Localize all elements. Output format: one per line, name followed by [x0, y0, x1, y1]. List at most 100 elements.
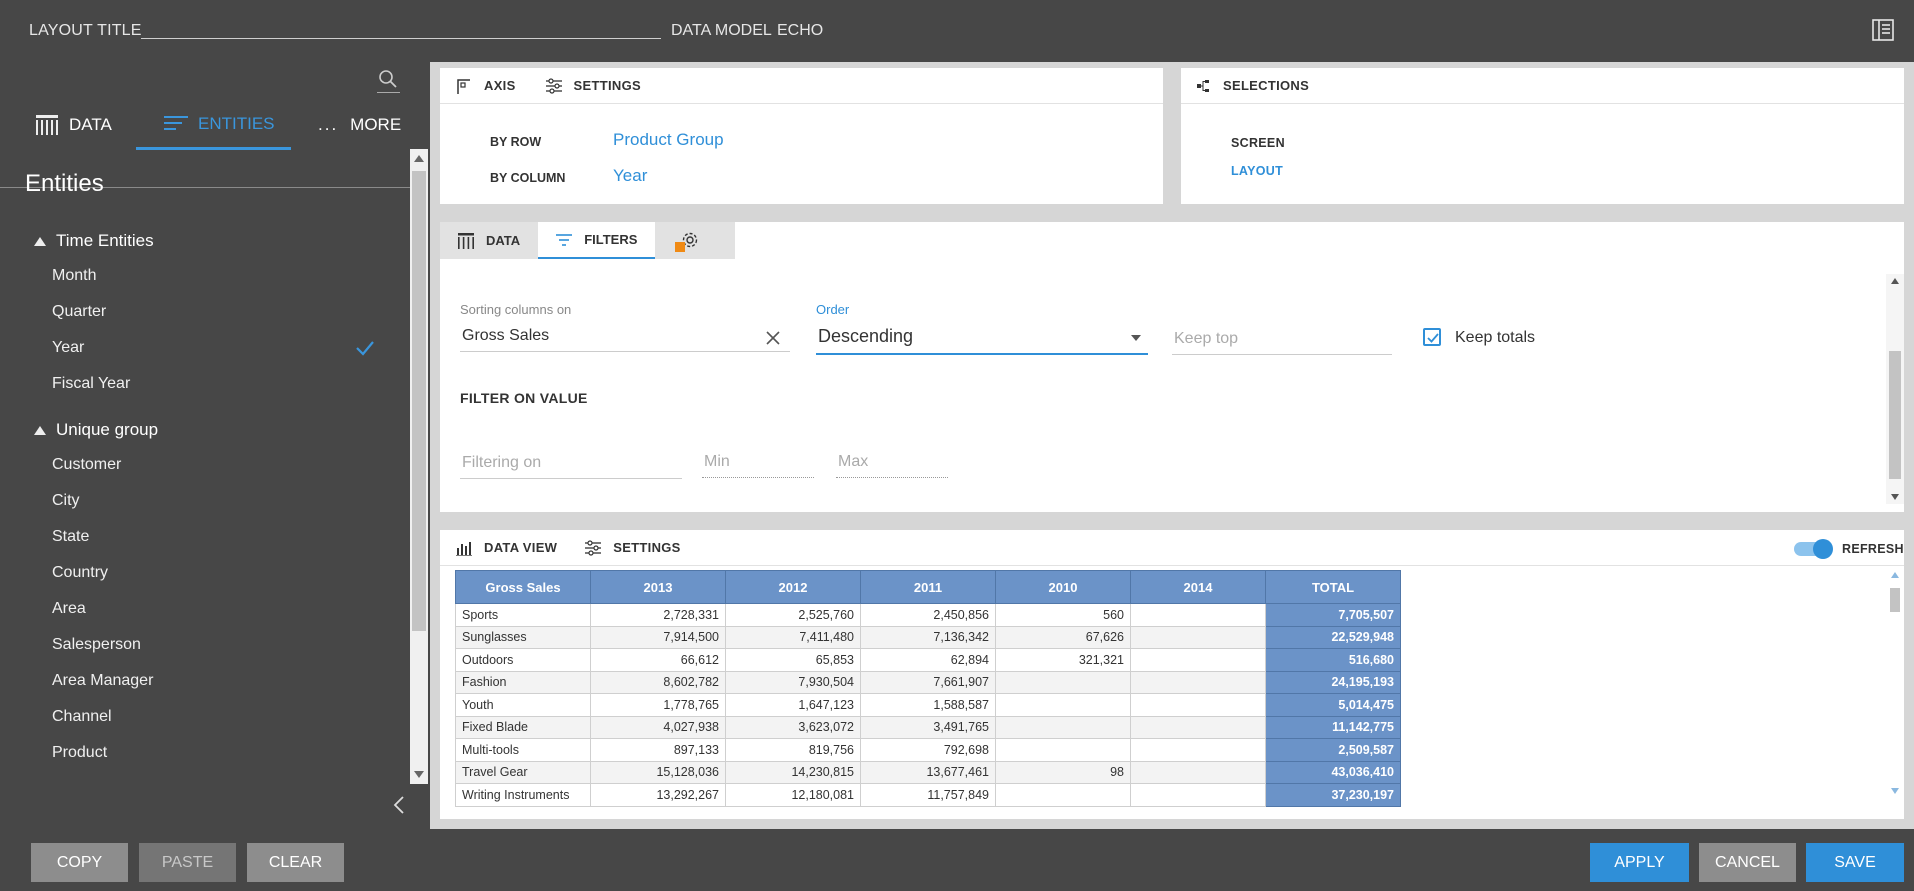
- entity-item[interactable]: Fiscal Year: [52, 375, 130, 393]
- grid-column-header[interactable]: 2011: [860, 570, 996, 604]
- min-placeholder: Min: [704, 453, 730, 470]
- row-label-cell: Fixed Blade: [455, 715, 591, 739]
- tab-axis-settings[interactable]: SETTINGS: [545, 77, 641, 94]
- entity-item[interactable]: Month: [52, 267, 96, 285]
- value-cell: [995, 783, 1131, 807]
- tab-axis[interactable]: AXIS: [456, 78, 516, 94]
- value-cell: [1130, 670, 1266, 694]
- tab-axis-label: AXIS: [484, 78, 516, 93]
- grid-column-header[interactable]: 2013: [590, 570, 726, 604]
- tab-data-view-label: DATA VIEW: [484, 540, 558, 555]
- scroll-up-icon[interactable]: [1891, 572, 1899, 578]
- filtering-on-input[interactable]: Filtering on: [460, 454, 682, 479]
- max-input[interactable]: Max: [836, 453, 948, 478]
- selection-layout[interactable]: LAYOUT: [1231, 164, 1283, 178]
- tab-more[interactable]: ... MORE: [318, 100, 401, 150]
- tab-data[interactable]: DATA: [35, 100, 112, 150]
- tab-data-view[interactable]: DATA VIEW: [456, 540, 557, 556]
- scroll-thumb[interactable]: [1889, 351, 1901, 479]
- scroll-down-icon[interactable]: [1891, 788, 1899, 794]
- value-cell: 1,647,123: [725, 693, 861, 717]
- grid-column-header[interactable]: Gross Sales: [455, 570, 591, 604]
- left-scrollbar[interactable]: [410, 149, 428, 784]
- filters-scrollbar[interactable]: [1886, 274, 1904, 504]
- value-cell: 13,292,267: [590, 783, 726, 807]
- paste-button[interactable]: PASTE: [139, 843, 236, 882]
- value-cell: 3,491,765: [860, 715, 996, 739]
- scroll-thumb[interactable]: [1890, 588, 1900, 612]
- collapse-triangle-icon: [34, 425, 46, 435]
- tab-settings-label: SETTINGS: [573, 78, 641, 93]
- scroll-up-icon[interactable]: [1891, 278, 1899, 284]
- entity-item[interactable]: Product: [52, 744, 107, 762]
- group-time-entities[interactable]: Time Entities: [34, 231, 154, 251]
- scroll-up-icon[interactable]: [414, 155, 424, 162]
- entity-item[interactable]: Year: [52, 339, 84, 357]
- group-unique[interactable]: Unique group: [34, 420, 158, 440]
- chevron-left-icon[interactable]: [392, 795, 406, 815]
- order-select[interactable]: Descending: [816, 326, 1148, 355]
- tab-settings-label: SETTINGS: [613, 540, 681, 555]
- search-icon[interactable]: [378, 69, 398, 89]
- entity-item[interactable]: Customer: [52, 456, 121, 474]
- keep-totals-checkbox[interactable]: [1423, 328, 1441, 346]
- search-input[interactable]: [377, 92, 400, 93]
- apply-button[interactable]: APPLY: [1590, 843, 1689, 882]
- entity-item[interactable]: Area: [52, 600, 86, 618]
- entity-item[interactable]: Country: [52, 564, 108, 582]
- value-cell: [1130, 603, 1266, 627]
- entity-item[interactable]: Area Manager: [52, 672, 153, 690]
- grid-body: Sports 2,728,331 2,525,760 2,450,856 560 7,70…: [455, 603, 1401, 807]
- selections-header: SELECTIONS: [1197, 78, 1309, 93]
- entity-item[interactable]: State: [52, 528, 89, 546]
- by-column-label: BY COLUMN: [490, 171, 566, 185]
- tree-icon: [1197, 79, 1209, 92]
- sorting-input[interactable]: Gross Sales: [460, 327, 790, 352]
- tab-entities[interactable]: ENTITIES: [136, 100, 291, 150]
- entity-item[interactable]: Salesperson: [52, 636, 141, 654]
- refresh-toggle[interactable]: [1794, 539, 1833, 559]
- grid-icon: [36, 115, 58, 135]
- keep-top-input[interactable]: Keep top: [1172, 330, 1392, 355]
- clear-button[interactable]: CLEAR: [247, 843, 344, 882]
- scroll-down-icon[interactable]: [1891, 494, 1899, 500]
- selection-screen[interactable]: SCREEN: [1231, 136, 1285, 150]
- entity-item[interactable]: City: [52, 492, 80, 510]
- scroll-thumb[interactable]: [412, 171, 426, 631]
- tab-data-view-settings[interactable]: SETTINGS: [585, 539, 681, 556]
- tab-filters-data[interactable]: DATA: [440, 222, 539, 259]
- clear-icon[interactable]: [765, 330, 781, 346]
- min-input[interactable]: Min: [702, 453, 814, 478]
- sliders-icon: [545, 77, 562, 94]
- value-cell: 1,588,587: [860, 693, 996, 717]
- by-column-value[interactable]: Year: [613, 166, 647, 186]
- grid-column-header[interactable]: 2012: [725, 570, 861, 604]
- data-view-scrollbar[interactable]: [1886, 568, 1904, 798]
- layout-title-input[interactable]: [141, 38, 661, 39]
- more-dots-icon: ...: [318, 115, 339, 134]
- value-cell: 65,853: [725, 648, 861, 672]
- cancel-button[interactable]: CANCEL: [1699, 843, 1796, 882]
- entity-item[interactable]: Channel: [52, 708, 112, 726]
- entity-item[interactable]: Quarter: [52, 303, 106, 321]
- scroll-down-icon[interactable]: [414, 771, 424, 778]
- table-row: Multi-tools 897,133 819,756 792,698 2,509,58…: [455, 738, 1401, 762]
- save-button[interactable]: SAVE: [1806, 843, 1904, 882]
- grid-column-header[interactable]: 2014: [1130, 570, 1266, 604]
- tab-filters[interactable]: FILTERS: [538, 222, 656, 259]
- layout-panel-icon[interactable]: [1872, 19, 1894, 41]
- by-row-value[interactable]: Product Group: [613, 130, 724, 150]
- total-cell: 516,680: [1265, 648, 1401, 672]
- value-cell: [1130, 625, 1266, 649]
- entities-title: Entities: [25, 170, 104, 197]
- tab-filters-data-label: DATA: [486, 233, 521, 248]
- grid-column-header[interactable]: 2010: [995, 570, 1131, 604]
- table-row: Travel Gear 15,128,036 14,230,815 13,677,46…: [455, 760, 1401, 784]
- max-placeholder: Max: [838, 453, 869, 470]
- copy-button[interactable]: COPY: [31, 843, 128, 882]
- total-cell: 22,529,948: [1265, 625, 1401, 649]
- chevron-down-icon[interactable]: [1131, 335, 1141, 341]
- grid-column-header[interactable]: TOTAL: [1265, 570, 1401, 604]
- tab-advanced-settings[interactable]: [655, 222, 736, 259]
- total-cell: 37,230,197: [1265, 783, 1401, 807]
